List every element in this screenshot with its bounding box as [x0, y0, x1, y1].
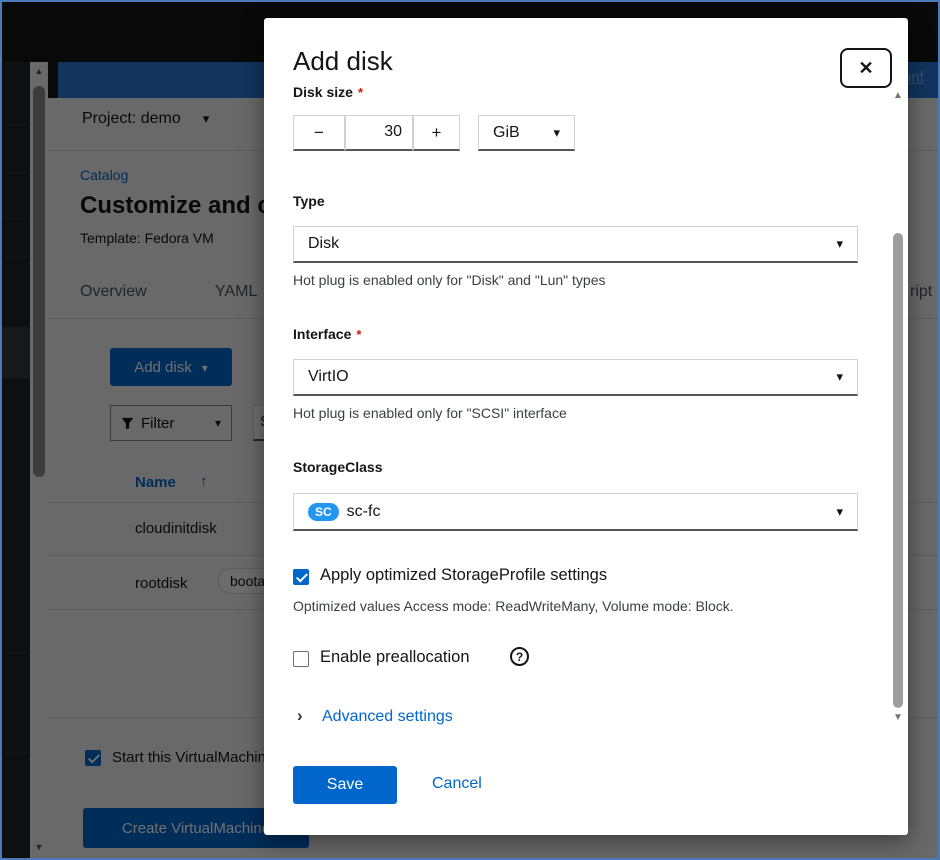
unit-value: GiB [493, 124, 520, 142]
preallocation-checkbox[interactable] [293, 651, 309, 667]
type-helper-text: Hot plug is enabled only for "Disk" and … [293, 272, 606, 288]
modal-scrollbar-thumb[interactable] [893, 233, 903, 708]
disk-size-unit-select[interactable]: GiB ▾ [478, 115, 575, 151]
chevron-down-icon: ▾ [553, 125, 560, 141]
modal-scroll-down-icon[interactable]: ▼ [891, 712, 905, 723]
interface-value: VirtIO [308, 368, 349, 386]
interface-select[interactable]: VirtIO ▾ [293, 359, 858, 396]
storageclass-label: StorageClass [293, 459, 382, 475]
chevron-right-icon[interactable]: › [297, 706, 303, 726]
storageclass-badge: SC [308, 503, 339, 521]
required-asterisk: * [356, 327, 361, 342]
disk-size-minus-button[interactable]: − [293, 115, 345, 151]
chevron-down-icon: ▾ [836, 504, 843, 520]
modal-title: Add disk [293, 46, 393, 77]
interface-helper-text: Hot plug is enabled only for "SCSI" inte… [293, 405, 567, 421]
add-disk-modal: Add disk ✕ Disk size* − 30 + GiB ▾ Type … [264, 18, 908, 835]
disk-size-label: Disk size* [293, 84, 363, 100]
storageclass-value: sc-fc [347, 503, 381, 521]
disk-size-input[interactable]: 30 [345, 115, 413, 151]
save-button[interactable]: Save [293, 766, 397, 804]
advanced-settings-link[interactable]: Advanced settings [322, 708, 453, 726]
close-button[interactable]: ✕ [840, 48, 892, 88]
disk-size-plus-button[interactable]: + [413, 115, 460, 151]
chevron-down-icon: ▾ [836, 369, 843, 385]
help-icon[interactable]: ? [510, 647, 529, 666]
modal-scroll-up-icon[interactable]: ▲ [891, 90, 905, 101]
screenshot-root: ▲ ▼ onf Project: demo▾ Catalog Customize… [0, 0, 940, 860]
chevron-down-icon: ▾ [836, 236, 843, 252]
required-asterisk: * [358, 85, 363, 100]
type-label: Type [293, 193, 325, 209]
interface-label: Interface* [293, 326, 361, 342]
optimized-settings-checkbox[interactable] [293, 569, 309, 585]
storageclass-select[interactable]: SC sc-fc ▾ [293, 493, 858, 531]
optimized-helper-text: Optimized values Access mode: ReadWriteM… [293, 598, 734, 614]
optimized-settings-label: Apply optimized StorageProfile settings [320, 566, 607, 585]
type-value: Disk [308, 235, 339, 253]
type-select[interactable]: Disk ▾ [293, 226, 858, 263]
cancel-button[interactable]: Cancel [432, 775, 482, 793]
preallocation-label: Enable preallocation [320, 648, 470, 667]
close-icon: ✕ [858, 58, 873, 79]
